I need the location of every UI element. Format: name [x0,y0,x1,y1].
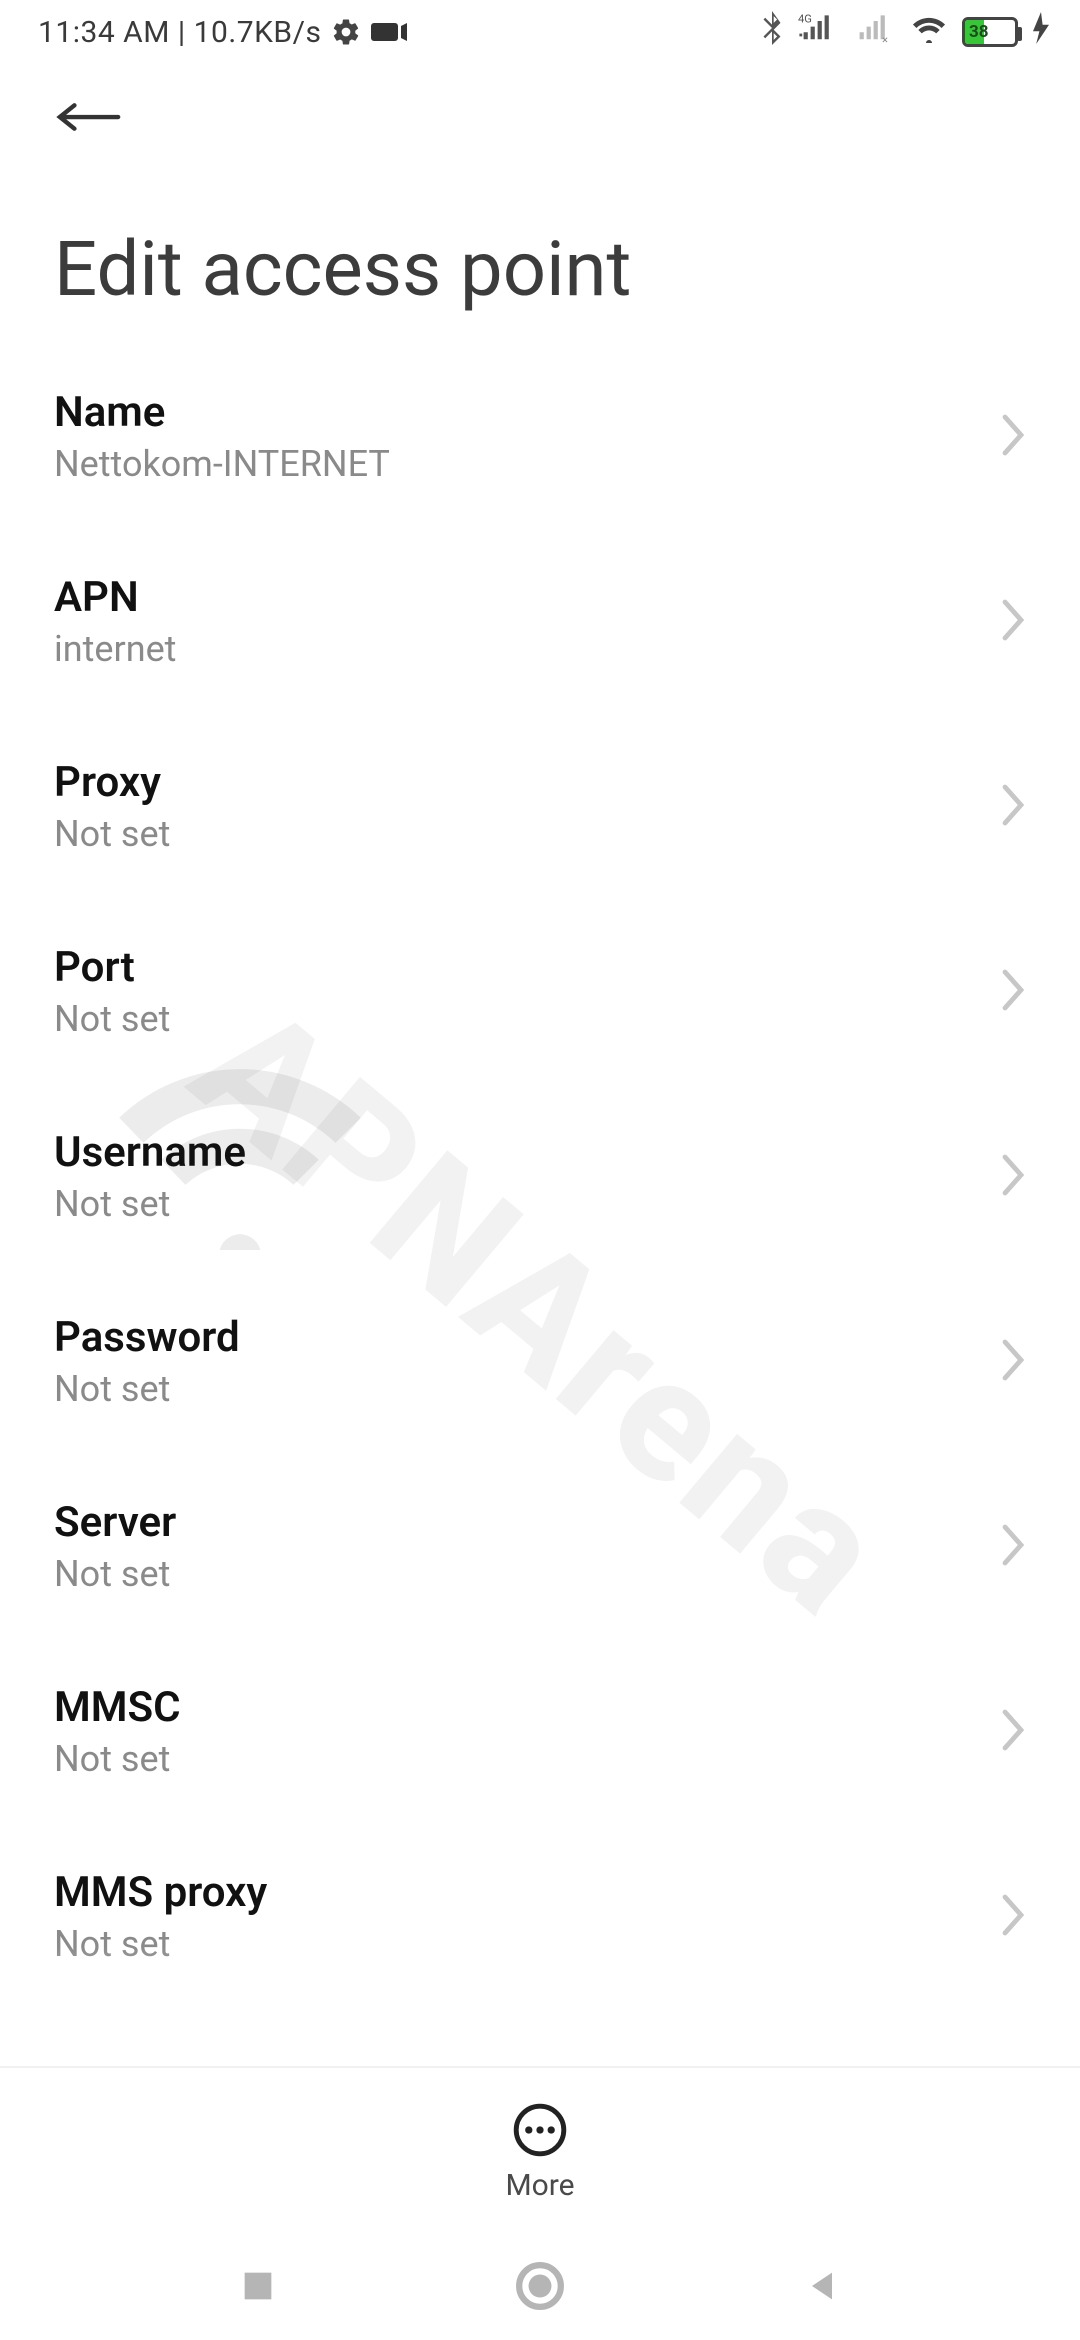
chevron-right-icon [1000,1153,1026,1201]
chevron-right-icon [1000,598,1026,646]
field-label: MMS proxy [54,1868,267,1917]
svg-text:4G: 4G [798,12,812,25]
field-apn[interactable]: APN internet [0,529,1080,714]
status-bar: 11:34 AM | 10.7KB/s 4G × 38 [0,0,1080,64]
field-mmsc[interactable]: MMSC Not set [0,1639,1080,1824]
video-icon [371,19,407,45]
field-value: Not set [54,1183,246,1225]
field-value: Nettokom-INTERNET [54,443,390,485]
field-label: APN [54,573,176,622]
field-value: internet [54,628,176,670]
chevron-right-icon [1000,1893,1026,1941]
back-button[interactable] [54,92,124,142]
field-label: Port [54,943,170,992]
field-server[interactable]: Server Not set [0,1454,1080,1639]
wifi-icon [910,13,948,51]
android-nav-bar [0,2236,1080,2340]
svg-text:×: × [882,33,888,45]
more-label: More [505,2168,574,2203]
field-label: Username [54,1128,246,1177]
signal-nosim-icon: × [854,11,896,53]
field-label: Name [54,388,390,437]
field-mms-proxy[interactable]: MMS proxy Not set [0,1824,1080,2009]
field-label: Proxy [54,758,170,807]
chevron-right-icon [1000,413,1026,461]
bottom-action-bar: More [0,2066,1080,2236]
chevron-right-icon [1000,1338,1026,1386]
field-label: Server [54,1498,176,1547]
field-label: Password [54,1313,240,1362]
field-value: Not set [54,1368,240,1410]
signal-4g-icon: 4G [798,11,840,53]
status-time-net: 11:34 AM | 10.7KB/s [38,15,321,50]
chevron-right-icon [1000,783,1026,831]
app-bar [0,64,1080,154]
chevron-right-icon [1000,1708,1026,1756]
field-label: MMSC [54,1683,181,1732]
field-username[interactable]: Username Not set [0,1084,1080,1269]
field-name[interactable]: Name Nettokom-INTERNET [0,344,1080,529]
more-button[interactable] [512,2102,568,2158]
nav-back-button[interactable] [802,2266,842,2310]
page-title: Edit access point [0,154,1080,344]
charging-icon [1032,12,1050,52]
field-value: Not set [54,1738,181,1780]
field-value: Not set [54,1923,267,1965]
field-proxy[interactable]: Proxy Not set [0,714,1080,899]
field-value: Not set [54,813,170,855]
field-value: Not set [54,998,170,1040]
battery-icon: 38 [962,17,1018,47]
nav-home-button[interactable] [515,2261,565,2315]
nav-recent-button[interactable] [238,2266,278,2310]
battery-percent: 38 [969,22,989,42]
field-password[interactable]: Password Not set [0,1269,1080,1454]
bluetooth-icon [760,11,784,53]
field-value: Not set [54,1553,176,1595]
settings-icon [331,17,361,47]
settings-list: Name Nettokom-INTERNET APN internet Prox… [0,344,1080,2009]
field-port[interactable]: Port Not set [0,899,1080,1084]
chevron-right-icon [1000,968,1026,1016]
chevron-right-icon [1000,1523,1026,1571]
